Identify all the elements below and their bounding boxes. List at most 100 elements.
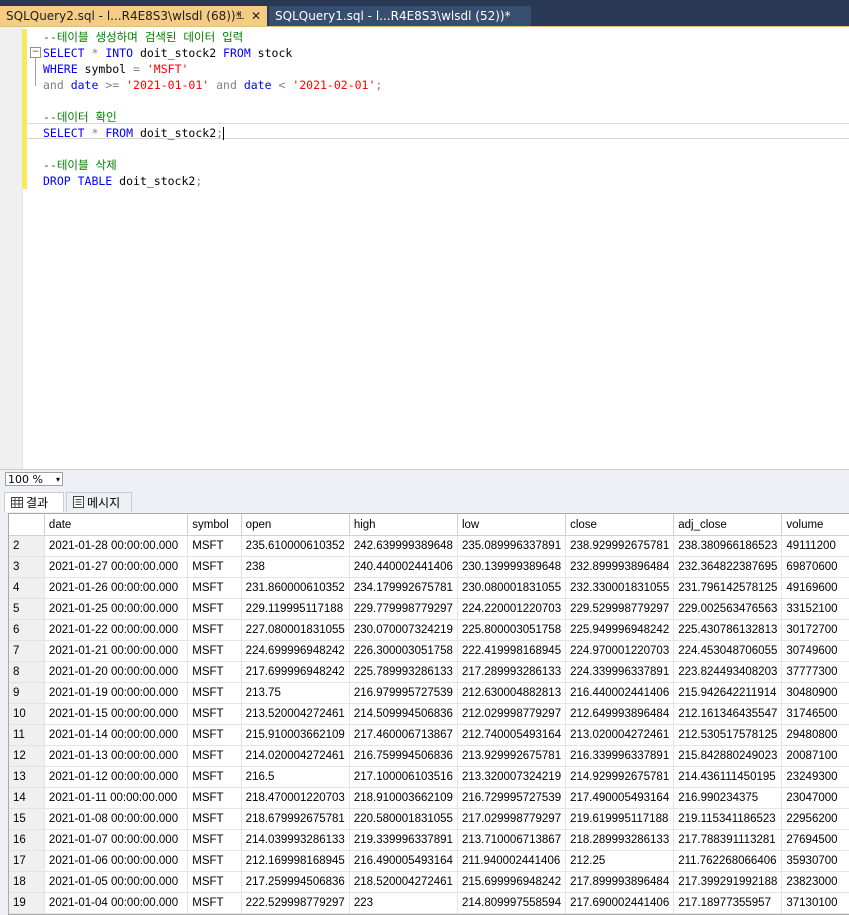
query-editor[interactable]: − --테이블 생성하며 검색된 데이터 입력 SELECT * INTO do… [0, 26, 849, 470]
table-cell[interactable]: 234.179992675781 [349, 577, 458, 599]
column-header[interactable]: symbol [187, 514, 242, 536]
table-row[interactable]: 4 2021-01-26 00:00:00.000 MSFT 231.86000061… [9, 577, 849, 599]
row-number[interactable]: 7 [9, 640, 45, 662]
table-cell[interactable]: 216.979995727539 [349, 682, 458, 704]
table-cell[interactable]: 220.580001831055 [349, 808, 458, 830]
table-row[interactable]: 11 2021-01-14 00:00:00.000 MSFT 215.9100036… [9, 724, 849, 746]
table-cell[interactable]: 20087100 [781, 745, 849, 767]
table-cell[interactable]: 218.910003662109 [349, 787, 458, 809]
table-cell[interactable]: 229.002563476563 [673, 598, 783, 620]
table-cell[interactable]: 217.460006713867 [349, 724, 458, 746]
table-cell[interactable]: 2021-01-05 00:00:00.000 [44, 871, 189, 893]
table-cell[interactable]: 213.710006713867 [457, 829, 567, 851]
table-cell[interactable]: MSFT [187, 682, 242, 704]
table-cell[interactable]: 230.080001831055 [457, 577, 567, 599]
table-cell[interactable]: MSFT [187, 808, 242, 830]
table-row[interactable]: 18 2021-01-05 00:00:00.000 MSFT 217.2599945… [9, 871, 849, 893]
table-cell[interactable]: 214.809997558594 [457, 892, 567, 914]
table-cell[interactable]: MSFT [187, 724, 242, 746]
table-cell[interactable]: 216.729995727539 [457, 787, 567, 809]
table-cell[interactable]: 2021-01-20 00:00:00.000 [44, 661, 189, 683]
table-cell[interactable]: MSFT [187, 787, 242, 809]
row-number[interactable]: 12 [9, 745, 45, 767]
table-cell[interactable]: MSFT [187, 871, 242, 893]
column-header[interactable]: adj_close [673, 514, 783, 536]
table-cell[interactable]: 229.119995117188 [241, 598, 350, 620]
row-number[interactable]: 4 [9, 577, 45, 599]
table-cell[interactable]: 213.929992675781 [457, 745, 567, 767]
table-cell[interactable]: 222.529998779297 [241, 892, 350, 914]
table-cell[interactable]: 217.100006103516 [349, 766, 458, 788]
table-row[interactable]: 17 2021-01-06 00:00:00.000 MSFT 212.1699981… [9, 850, 849, 872]
zoom-select[interactable]: 100 % ▾ [5, 472, 63, 486]
table-cell[interactable]: 211.940002441406 [457, 850, 567, 872]
table-cell[interactable]: 214.020004272461 [241, 745, 350, 767]
table-cell[interactable]: 226.300003051758 [349, 640, 458, 662]
table-cell[interactable]: 219.115341186523 [673, 808, 783, 830]
table-cell[interactable]: 232.330001831055 [565, 577, 675, 599]
table-cell[interactable]: 217.259994506836 [241, 871, 350, 893]
table-cell[interactable]: MSFT [187, 745, 242, 767]
table-cell[interactable]: 217.18977355957 [673, 892, 783, 914]
table-cell[interactable]: MSFT [187, 577, 242, 599]
table-cell[interactable]: 69870600 [781, 556, 849, 578]
table-row[interactable]: 10 2021-01-15 00:00:00.000 MSFT 213.5200042… [9, 703, 849, 725]
tab-sqlquery1[interactable]: SQLQuery1.sql - l...R4E8S3\wlsdl (52))* [269, 6, 531, 26]
table-row[interactable]: 3 2021-01-27 00:00:00.000 MSFT 238 240.44000… [9, 556, 849, 578]
table-row[interactable]: 8 2021-01-20 00:00:00.000 MSFT 217.69999694… [9, 661, 849, 683]
table-cell[interactable]: MSFT [187, 766, 242, 788]
table-cell[interactable]: 30172700 [781, 619, 849, 641]
table-cell[interactable]: 223 [349, 892, 458, 914]
table-cell[interactable]: 212.169998168945 [241, 850, 350, 872]
table-cell[interactable]: 2021-01-11 00:00:00.000 [44, 787, 189, 809]
table-cell[interactable]: 2021-01-19 00:00:00.000 [44, 682, 189, 704]
table-cell[interactable]: 23249300 [781, 766, 849, 788]
tab-sqlquery2[interactable]: SQLQuery2.sql - l...R4E8S3\wlsdl (68))* … [0, 6, 267, 26]
table-row[interactable]: 19 2021-01-04 00:00:00.000 MSFT 222.5299987… [9, 892, 849, 914]
table-cell[interactable]: 219.619995117188 [565, 808, 675, 830]
table-cell[interactable]: MSFT [187, 850, 242, 872]
table-cell[interactable]: 213.520004272461 [241, 703, 350, 725]
table-cell[interactable]: MSFT [187, 892, 242, 914]
row-number[interactable]: 17 [9, 850, 45, 872]
row-number[interactable]: 3 [9, 556, 45, 578]
column-header[interactable]: date [44, 514, 189, 536]
close-icon[interactable]: ✕ [251, 6, 261, 26]
table-cell[interactable]: 225.789993286133 [349, 661, 458, 683]
table-cell[interactable]: 2021-01-22 00:00:00.000 [44, 619, 189, 641]
table-row[interactable]: 15 2021-01-08 00:00:00.000 MSFT 218.6799926… [9, 808, 849, 830]
table-cell[interactable]: 2021-01-15 00:00:00.000 [44, 703, 189, 725]
table-cell[interactable]: 224.453048706055 [673, 640, 783, 662]
table-row[interactable]: 12 2021-01-13 00:00:00.000 MSFT 214.0200042… [9, 745, 849, 767]
table-cell[interactable]: 232.899993896484 [565, 556, 675, 578]
table-cell[interactable]: 218.289993286133 [565, 829, 675, 851]
table-cell[interactable]: 216.339996337891 [565, 745, 675, 767]
table-row[interactable]: 6 2021-01-22 00:00:00.000 MSFT 227.08000183… [9, 619, 849, 641]
table-row[interactable]: 14 2021-01-11 00:00:00.000 MSFT 218.4700012… [9, 787, 849, 809]
table-cell[interactable]: MSFT [187, 703, 242, 725]
table-cell[interactable]: MSFT [187, 556, 242, 578]
table-cell[interactable]: 213.020004272461 [565, 724, 675, 746]
table-cell[interactable]: 225.430786132813 [673, 619, 783, 641]
table-cell[interactable]: 215.699996948242 [457, 871, 567, 893]
pin-icon[interactable]: ⊥ [235, 6, 245, 26]
tab-results[interactable]: 결과 [4, 492, 64, 512]
table-cell[interactable]: 49169600 [781, 577, 849, 599]
table-cell[interactable]: 37130100 [781, 892, 849, 914]
table-cell[interactable]: 225.800003051758 [457, 619, 567, 641]
table-cell[interactable]: 215.942642211914 [673, 682, 783, 704]
row-number[interactable]: 2 [9, 535, 45, 557]
row-number[interactable]: 9 [9, 682, 45, 704]
table-cell[interactable]: 2021-01-04 00:00:00.000 [44, 892, 189, 914]
table-cell[interactable]: 242.639999389648 [349, 535, 458, 557]
table-cell[interactable]: 217.690002441406 [565, 892, 675, 914]
table-cell[interactable]: 27694500 [781, 829, 849, 851]
table-cell[interactable]: 217.490005493164 [565, 787, 675, 809]
table-cell[interactable]: MSFT [187, 535, 242, 557]
table-cell[interactable]: 211.762268066406 [673, 850, 783, 872]
table-row[interactable]: 16 2021-01-07 00:00:00.000 MSFT 214.0399932… [9, 829, 849, 851]
table-cell[interactable]: MSFT [187, 619, 242, 641]
table-cell[interactable]: 231.860000610352 [241, 577, 350, 599]
table-row[interactable]: 7 2021-01-21 00:00:00.000 MSFT 224.69999694… [9, 640, 849, 662]
table-cell[interactable]: 2021-01-25 00:00:00.000 [44, 598, 189, 620]
